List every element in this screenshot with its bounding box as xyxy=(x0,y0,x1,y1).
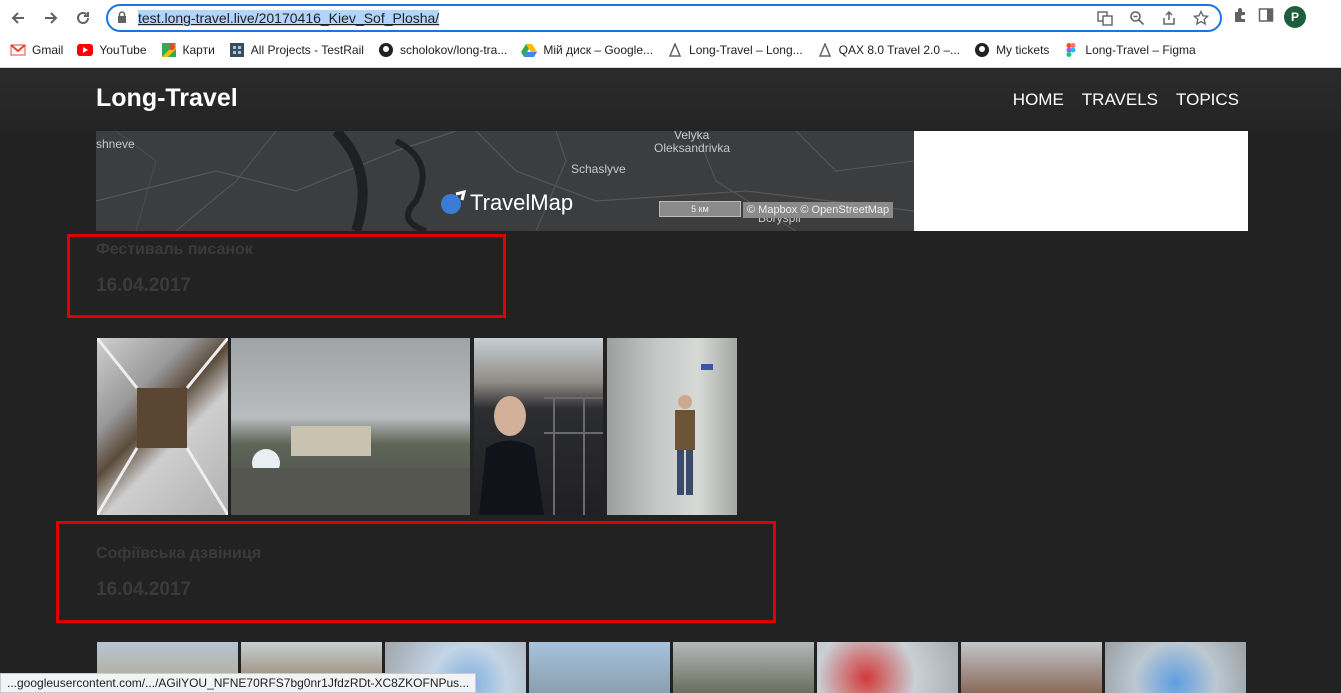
site-header: Long-Travel HOME TRAVELS TOPICS xyxy=(0,69,1341,131)
figma-icon xyxy=(1063,43,1079,57)
back-icon[interactable] xyxy=(7,7,29,29)
gallery-photo[interactable] xyxy=(97,338,228,515)
lock-icon xyxy=(117,11,127,29)
bookmark-testrail[interactable]: All Projects - TestRail xyxy=(229,43,364,57)
forward-icon[interactable] xyxy=(40,7,62,29)
extensions-icon[interactable] xyxy=(1232,7,1248,28)
nav-topics[interactable]: TOPICS xyxy=(1176,90,1239,110)
bookmark-qax[interactable]: QAX 8.0 Travel 2.0 –... xyxy=(817,43,960,57)
gallery-photo[interactable] xyxy=(474,338,603,515)
highlight-box xyxy=(56,521,776,623)
bookmark-gmail[interactable]: Gmail xyxy=(10,43,63,57)
gallery-photo[interactable] xyxy=(1105,642,1246,693)
bookmark-youtube[interactable]: YouTube xyxy=(77,43,147,57)
translate-icon[interactable] xyxy=(1094,9,1116,27)
github-icon xyxy=(378,43,394,57)
bookmark-star-icon[interactable] xyxy=(1190,9,1212,27)
map-label-schaslyve: Schaslyve xyxy=(571,162,626,176)
main-nav: HOME TRAVELS TOPICS xyxy=(1013,90,1239,110)
url-text[interactable]: test.long-travel.live/20170416_Kiev_Sof_… xyxy=(138,9,440,27)
share-icon[interactable] xyxy=(1158,9,1180,27)
map-label-oleksandrivka: Oleksandrivka xyxy=(654,141,731,155)
youtube-icon xyxy=(77,43,94,57)
link-status-bar: ...googleusercontent.com/.../AGilYOU_NFN… xyxy=(0,673,477,693)
site-icon xyxy=(817,43,833,57)
highlight-box xyxy=(67,234,506,318)
bookmark-github-repo[interactable]: scholokov/long-tra... xyxy=(378,43,507,57)
bookmark-long-travel[interactable]: Long-Travel – Long... xyxy=(667,43,803,57)
profile-avatar[interactable]: P xyxy=(1284,6,1306,28)
maps-icon xyxy=(161,43,177,57)
map-label-shneve: shneve xyxy=(96,137,135,151)
travelmap-icon xyxy=(441,189,466,214)
site-icon xyxy=(667,43,683,57)
map-scale: 5 км xyxy=(659,201,741,217)
address-bar[interactable]: test.long-travel.live/20170416_Kiev_Sof_… xyxy=(106,4,1222,32)
gallery-photo[interactable] xyxy=(607,338,737,515)
github-icon xyxy=(974,43,990,57)
gallery-photo[interactable] xyxy=(529,642,670,693)
side-panel-icon[interactable] xyxy=(1258,7,1274,28)
travelmap-logo: TravelMap xyxy=(438,189,573,217)
bookmarks-bar: Gmail YouTube Карти All Projects - TestR… xyxy=(10,40,1210,60)
travel-map[interactable]: shneve Velyka Oleksandrivka Schaslyve Bo… xyxy=(96,131,914,231)
gallery-photo[interactable] xyxy=(231,338,470,515)
gmail-icon xyxy=(10,43,26,57)
zoom-icon[interactable] xyxy=(1126,9,1148,27)
map-attribution[interactable]: © Mapbox © OpenStreetMap xyxy=(743,202,894,218)
browser-toolbar: test.long-travel.live/20170416_Kiev_Sof_… xyxy=(0,0,1341,68)
map-side-panel xyxy=(914,131,1248,231)
testrail-icon xyxy=(229,43,245,57)
bookmark-figma[interactable]: Long-Travel – Figma xyxy=(1063,43,1196,57)
site-logo[interactable]: Long-Travel xyxy=(96,84,238,113)
drive-icon xyxy=(521,43,538,57)
nav-home[interactable]: HOME xyxy=(1013,90,1064,110)
bookmark-my-tickets[interactable]: My tickets xyxy=(974,43,1049,57)
bookmark-maps[interactable]: Карти xyxy=(161,43,215,57)
reload-icon[interactable] xyxy=(72,7,94,29)
gallery-photo[interactable] xyxy=(961,642,1102,693)
bookmark-google-drive[interactable]: Мій диск – Google... xyxy=(521,43,653,57)
gallery-photo[interactable] xyxy=(673,642,814,693)
gallery-photo[interactable] xyxy=(817,642,958,693)
nav-travels[interactable]: TRAVELS xyxy=(1082,90,1158,110)
